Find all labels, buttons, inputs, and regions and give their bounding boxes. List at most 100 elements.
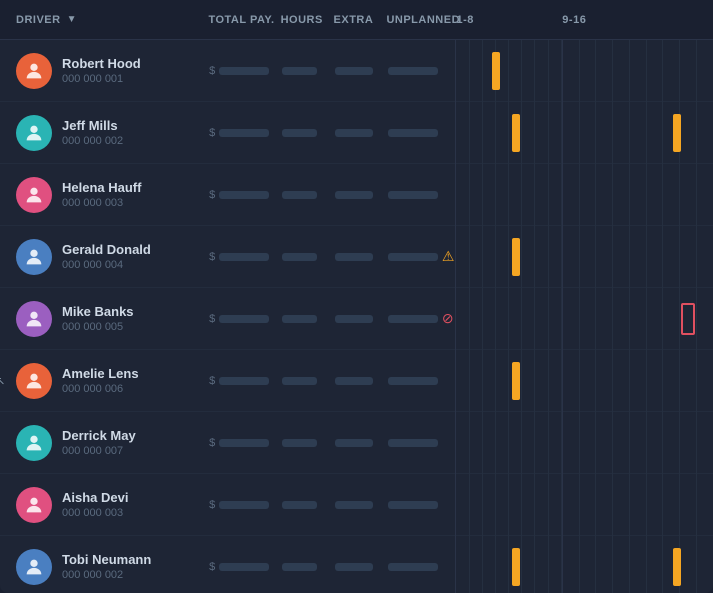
driver-sort-icon[interactable]: ▼ [67,14,77,25]
driver-id: 000 000 005 [62,321,134,333]
totalpay-bar [219,253,269,261]
driver-name-group: Mike Banks 000 000 005 [62,304,134,333]
timeline-18 [455,226,561,288]
grid-col-916 [630,536,647,593]
avatar [16,487,52,523]
grid-col-916 [580,164,597,226]
grid-col-18 [522,412,535,474]
totalpay-bar [219,501,269,509]
table-row[interactable]: Robert Hood 000 000 001 $ [0,40,713,102]
grid-col-18 [483,536,496,593]
grid-col-18 [496,288,509,350]
extra-bar [335,253,373,261]
grid-cols-916 [563,288,697,350]
dollar-sign: $ [209,499,215,511]
totalpay-bar [219,315,269,323]
table-row[interactable]: Aisha Devi 000 000 003 $ [0,474,713,536]
grid-col-18 [496,164,509,226]
table-row[interactable]: Helena Hauff 000 000 003 $ [0,164,713,226]
col-header-driver[interactable]: DRIVER ▼ [16,14,208,26]
person-icon [23,370,45,392]
unplanned-bar [388,67,438,75]
header-row: DRIVER ▼ TOTAL PAY. HOURS EXTRA UNPLANNE… [0,0,713,40]
table-row[interactable]: Jeff Mills 000 000 002 $ [0,102,713,164]
grid-col-916 [613,350,630,412]
cell-unplanned [388,501,456,509]
unplanned-bar [388,439,438,447]
cell-extra [335,191,388,199]
grid-col-18 [483,164,496,226]
unplanned-bar [388,563,438,571]
grid-col-18 [483,412,496,474]
grid-col-18 [509,288,522,350]
grid-cols-916 [563,350,697,412]
grid-col-18 [549,40,562,102]
grid-cols-916 [563,474,697,536]
avatar [16,301,52,337]
grid-col-18 [549,226,562,288]
grid-col-916 [613,412,630,474]
main-container: DRIVER ▼ TOTAL PAY. HOURS EXTRA UNPLANNE… [0,0,713,593]
driver-id: 000 000 002 [62,135,123,147]
driver-info: Mike Banks 000 000 005 [16,301,209,337]
grid-col-18 [535,226,548,288]
grid-col-18 [456,226,469,288]
grid-col-916 [613,102,630,164]
grid-col-18 [522,40,535,102]
orange-bar-18 [512,238,520,276]
avatar [16,53,52,89]
table-row[interactable]: Derrick May 000 000 007 $ [0,412,713,474]
totalpay-bar [219,67,269,75]
grid-col-18 [509,164,522,226]
driver-info: Derrick May 000 000 007 [16,425,209,461]
grid-col-18 [509,474,522,536]
grid-col-18 [535,102,548,164]
table-row[interactable]: Mike Banks 000 000 005 $ ⊘ [0,288,713,350]
error-icon: ⊘ [442,310,454,327]
unplanned-bar [388,501,438,509]
grid-col-18 [549,536,562,593]
grid-col-18 [456,164,469,226]
cell-unplanned [388,563,456,571]
grid-col-916 [647,40,664,102]
timeline-18 [455,40,561,102]
grid-col-18 [549,164,562,226]
table-row[interactable]: Gerald Donald 000 000 004 $ ⚠ [0,226,713,288]
grid-col-916 [663,350,680,412]
grid-col-18 [470,350,483,412]
grid-col-916 [563,474,580,536]
timeline-916 [562,350,697,412]
extra-bar [335,67,373,75]
avatar [16,177,52,213]
driver-name-group: Tobi Neumann 000 000 002 [62,552,151,581]
grid-col-18 [549,474,562,536]
driver-name-group: Amelie Lens 000 000 006 [62,366,139,395]
cell-hours [282,501,335,509]
hours-bar [282,315,317,323]
grid-col-916 [596,412,613,474]
grid-col-18 [522,288,535,350]
grid-col-18 [470,474,483,536]
hours-bar [282,253,317,261]
grid-col-916 [580,350,597,412]
grid-col-916 [647,474,664,536]
dollar-sign: $ [209,437,215,449]
grid-col-916 [647,102,664,164]
grid-cols-18 [456,164,561,226]
orange-bar-18 [492,52,500,90]
table-row[interactable]: Tobi Neumann 000 000 002 $ [0,536,713,593]
avatar [16,115,52,151]
person-icon [23,494,45,516]
grid-col-916 [580,412,597,474]
grid-col-18 [470,288,483,350]
table-row[interactable]: ↖ Amelie Lens 000 000 006 $ [0,350,713,412]
extra-bar [335,129,373,137]
grid-cols-18 [456,536,561,593]
grid-col-916 [647,226,664,288]
cell-hours [282,315,335,323]
grid-col-18 [535,164,548,226]
grid-col-916 [680,474,697,536]
grid-col-916 [596,350,613,412]
grid-col-916 [663,40,680,102]
driver-info: Robert Hood 000 000 001 [16,53,209,89]
